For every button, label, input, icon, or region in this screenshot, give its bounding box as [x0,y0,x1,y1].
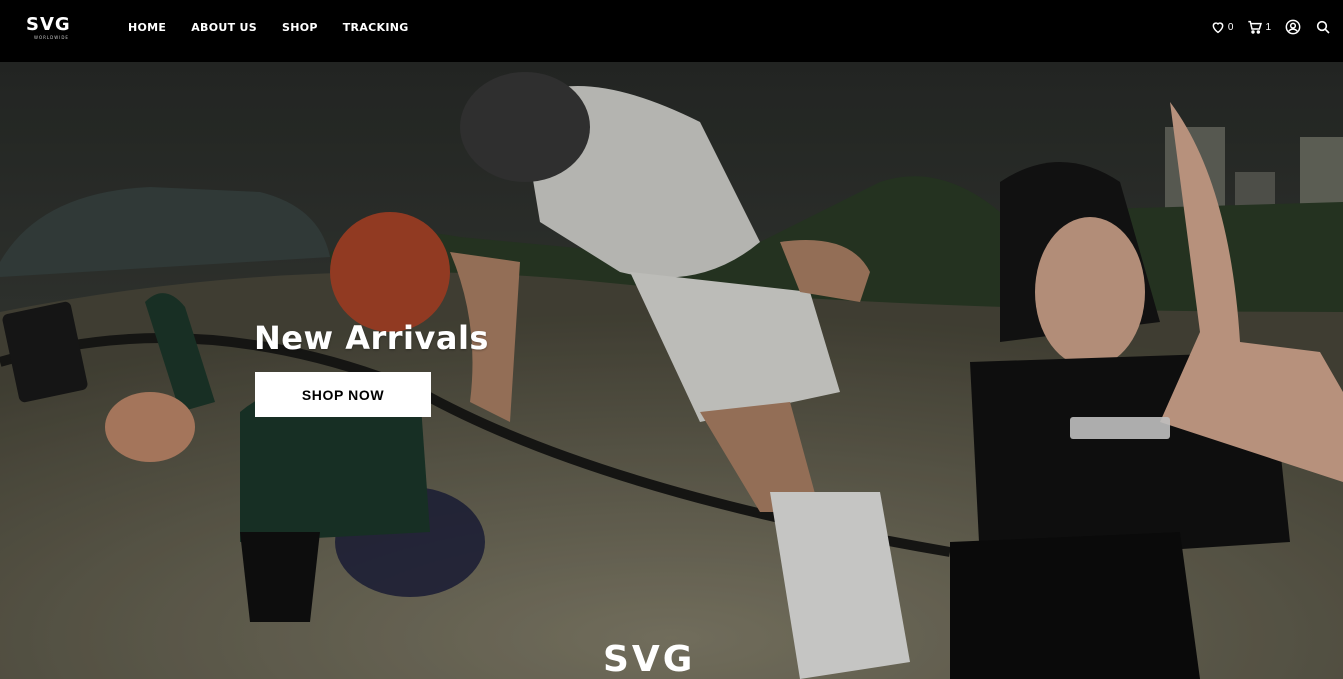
brand-logo[interactable]: SVG WORLDWIDE [26,15,84,43]
top-navigation: SVG WORLDWIDE HOME ABOUT US SHOP TRACKIN… [0,0,1343,62]
main-menu: HOME ABOUT US SHOP TRACKING [128,21,434,34]
search-button[interactable] [1315,19,1331,35]
nav-home[interactable]: HOME [128,21,166,34]
wishlist-button[interactable]: 0 [1210,19,1234,35]
logo-text: SVG [26,14,71,35]
hero-photo [0,62,1343,679]
nav-about-us[interactable]: ABOUT US [191,21,257,34]
nav-tracking[interactable]: TRACKING [343,21,409,34]
cart-icon [1248,20,1263,34]
hero-watermark-logo: SVG [603,639,696,679]
wishlist-count: 0 [1227,21,1234,33]
shop-now-button[interactable]: SHOP NOW [255,372,431,417]
search-icon [1316,20,1330,34]
cart-count: 1 [1265,21,1271,33]
hero-title: New Arrivals [254,319,489,357]
account-button[interactable] [1285,19,1301,35]
cart-button[interactable]: 1 [1247,19,1271,35]
user-icon [1285,19,1301,35]
logo-subtext: WORLDWIDE [34,35,69,40]
heart-icon [1212,22,1224,34]
hero-banner: New Arrivals SHOP NOW SVG [0,62,1343,679]
nav-shop[interactable]: SHOP [282,21,318,34]
header-actions: 0 1 [1210,19,1331,35]
